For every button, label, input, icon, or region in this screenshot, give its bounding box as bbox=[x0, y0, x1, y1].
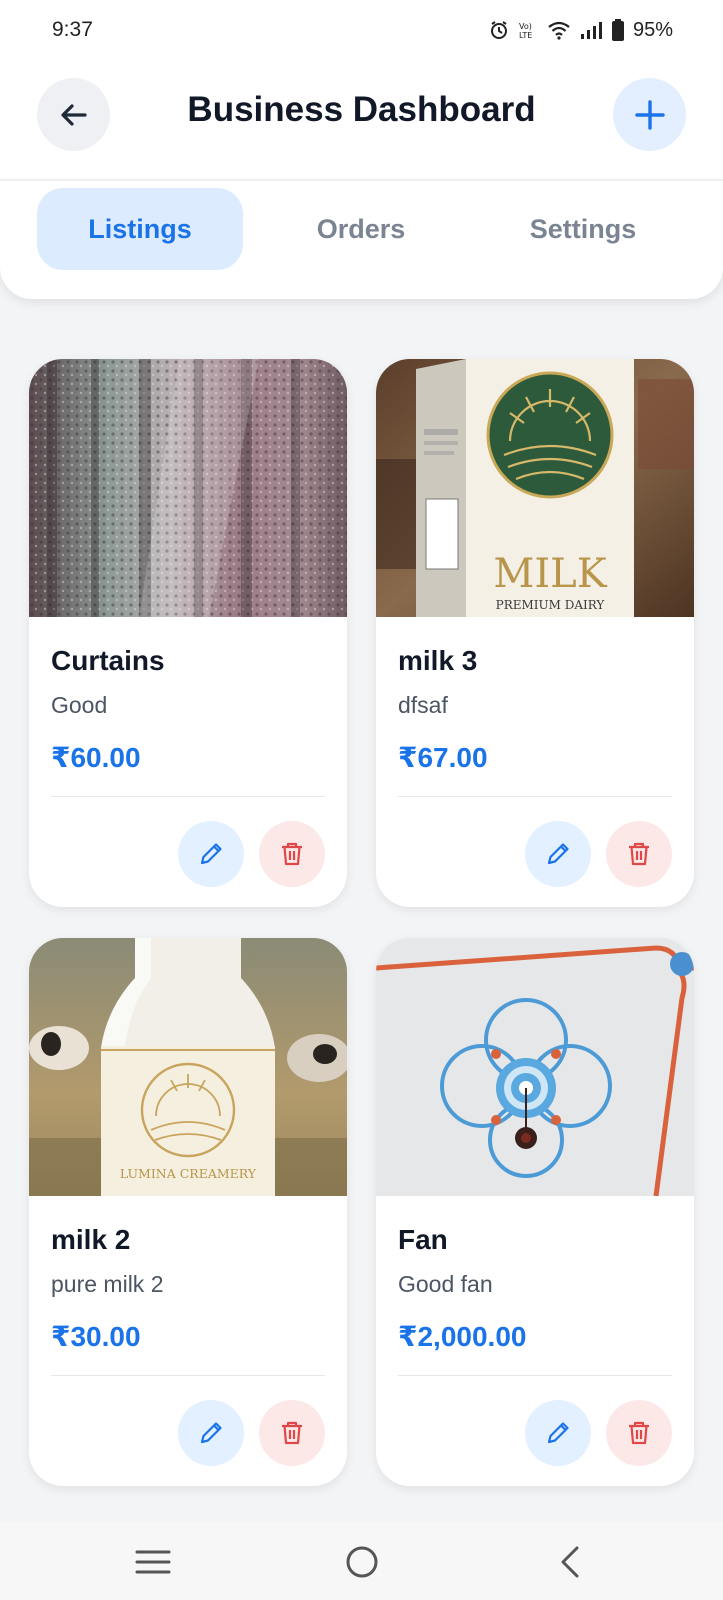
tab-settings[interactable]: Settings bbox=[480, 188, 686, 270]
divider bbox=[398, 796, 672, 797]
trash-icon bbox=[629, 1421, 649, 1445]
listing-title: milk 2 bbox=[51, 1224, 131, 1255]
svg-text:LTE: LTE bbox=[519, 31, 532, 40]
listing-card[interactable]: LUMINA CREAMERY milk 2 pure milk 2 ₹30.0… bbox=[29, 938, 347, 1486]
home-icon bbox=[346, 1546, 378, 1578]
volte-icon: Vo) LTE bbox=[519, 22, 532, 40]
pencil-icon bbox=[200, 1422, 222, 1444]
pencil-icon bbox=[547, 1422, 569, 1444]
signal-icon bbox=[580, 22, 602, 39]
delete-button[interactable] bbox=[606, 1400, 672, 1466]
listing-title: milk 3 bbox=[398, 645, 478, 676]
listing-title: Curtains bbox=[51, 645, 165, 676]
battery-level: 95% bbox=[632, 18, 673, 41]
divider bbox=[51, 1375, 325, 1376]
listing-price: ₹2,000.00 bbox=[398, 1321, 527, 1352]
listing-description: pure milk 2 bbox=[51, 1271, 164, 1297]
system-nav-bar bbox=[0, 1522, 723, 1600]
delete-button[interactable] bbox=[259, 821, 325, 887]
battery-icon bbox=[611, 19, 624, 41]
carton-brand-text: MILK bbox=[493, 551, 607, 597]
edit-button[interactable] bbox=[178, 821, 244, 887]
back-icon bbox=[561, 1546, 579, 1578]
status-bar: 9:37 Vo) LTE 95% bbox=[0, 0, 723, 60]
divider bbox=[51, 796, 325, 797]
listing-price: ₹30.00 bbox=[51, 1321, 141, 1352]
tab-bar: Listings Orders Settings bbox=[0, 181, 723, 299]
back-button[interactable] bbox=[37, 78, 110, 151]
carton-sub-text: PREMIUM DAIRY bbox=[496, 598, 606, 612]
home-button[interactable] bbox=[340, 1540, 384, 1584]
delete-button[interactable] bbox=[259, 1400, 325, 1466]
edit-button[interactable] bbox=[525, 821, 591, 887]
edit-button[interactable] bbox=[525, 1400, 591, 1466]
listing-price: ₹60.00 bbox=[51, 742, 141, 773]
trash-icon bbox=[282, 842, 302, 866]
delete-button[interactable] bbox=[606, 821, 672, 887]
listing-description: dfsaf bbox=[398, 692, 448, 718]
plus-icon bbox=[634, 99, 665, 130]
listing-card[interactable]: MILK PREMIUM DAIRY milk 3 dfsaf ₹67.00 bbox=[376, 359, 694, 907]
app-header: Business Dashboard bbox=[0, 60, 723, 180]
curtains-photo bbox=[29, 359, 347, 617]
pencil-icon bbox=[547, 843, 569, 865]
alarm-icon bbox=[490, 21, 507, 39]
milk-bottle-photo: LUMINA CREAMERY bbox=[29, 938, 347, 1196]
listing-title: Fan bbox=[398, 1224, 448, 1255]
trash-icon bbox=[282, 1421, 302, 1445]
page-title: Business Dashboard bbox=[187, 90, 536, 129]
listing-card[interactable]: Fan Good fan ₹2,000.00 bbox=[376, 938, 694, 1486]
tab-listings[interactable]: Listings bbox=[37, 188, 243, 270]
ceiling-fan-photo bbox=[376, 938, 694, 1196]
listing-card[interactable]: Curtains Good ₹60.00 bbox=[29, 359, 347, 907]
bottle-brand-text: LUMINA CREAMERY bbox=[120, 1166, 257, 1181]
divider bbox=[398, 1375, 672, 1376]
listing-description: Good fan bbox=[398, 1271, 493, 1297]
wifi-icon bbox=[548, 21, 570, 40]
svg-text:Vo): Vo) bbox=[519, 22, 532, 31]
listing-description: Good bbox=[51, 692, 108, 718]
status-time: 9:37 bbox=[52, 18, 93, 41]
status-icons: Vo) LTE 95% bbox=[489, 19, 673, 42]
system-back-button[interactable] bbox=[548, 1540, 592, 1584]
pencil-icon bbox=[200, 843, 222, 865]
arrow-left-icon bbox=[60, 103, 87, 126]
add-listing-button[interactable] bbox=[613, 78, 686, 151]
trash-icon bbox=[629, 842, 649, 866]
edit-button[interactable] bbox=[178, 1400, 244, 1466]
listing-price: ₹67.00 bbox=[398, 742, 488, 773]
menu-icon bbox=[135, 1550, 171, 1574]
menu-button[interactable] bbox=[131, 1540, 175, 1584]
milk-carton-photo: MILK PREMIUM DAIRY bbox=[376, 359, 694, 617]
tab-orders[interactable]: Orders bbox=[258, 188, 464, 270]
